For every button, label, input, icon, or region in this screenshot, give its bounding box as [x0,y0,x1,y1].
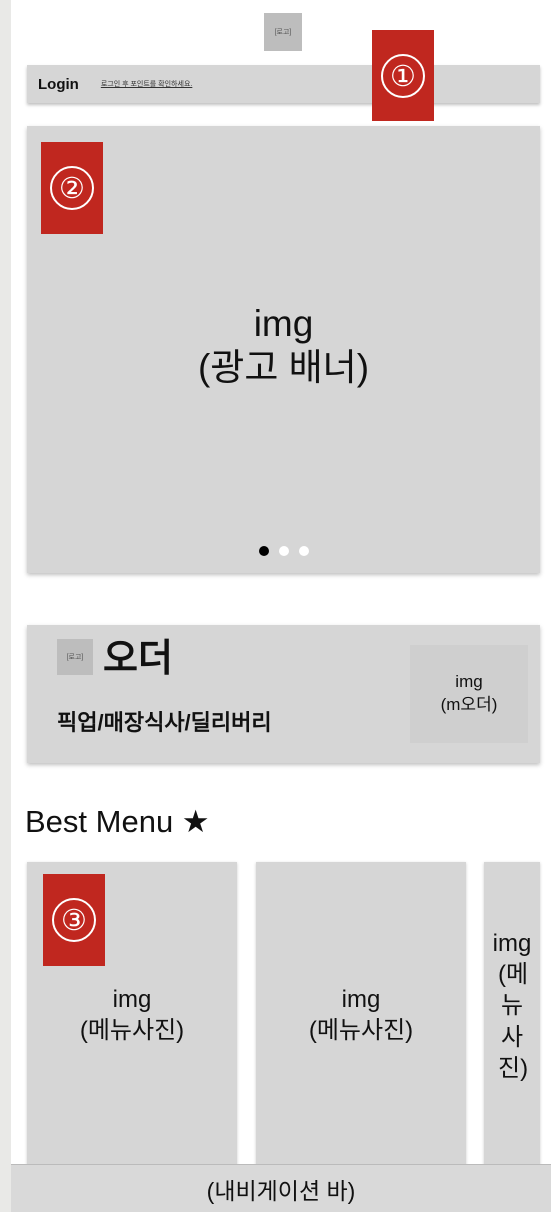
menu-card-line-1: img [341,985,381,1013]
menu-card[interactable]: img (메뉴사진) [256,862,466,1168]
pagination-dot-3[interactable] [298,546,309,556]
navigation-bar-label: (내비게이션 바) [206,1177,356,1204]
login-hint-text[interactable]: 로그인 후 포인트를 확인하세요. [101,79,193,89]
annotation-marker-3: ③ [43,874,105,966]
menu-card-line-2: (메뉴사진) [498,961,529,1082]
order-image-line-2: (m오더) [440,695,498,714]
menu-card-line-1: img [112,985,152,1013]
marker-number-3: ③ [52,898,96,942]
order-title: 오더 [103,638,173,680]
menu-card-line-2: (메뉴사진) [79,1017,185,1044]
pagination-dot-2[interactable] [278,546,289,556]
order-logo: [로고] [57,639,93,675]
navigation-bar[interactable]: (내비게이션 바) [11,1164,551,1212]
order-image-line-1: img [455,672,483,692]
annotation-marker-1: ① [372,30,434,121]
menu-card-line-1: img [492,930,532,957]
order-card[interactable]: [로고] 오더 픽업/매장식사/딜리버리 img (m오더) [27,625,540,763]
menu-card[interactable]: img (메뉴사진) [484,862,540,1168]
annotation-marker-2: ② [41,142,103,234]
login-bar[interactable]: Login 로그인 후 포인트를 확인하세요. [27,65,540,103]
banner-line-2: (광고 배너) [197,347,370,389]
marker-number-2: ② [50,166,94,210]
banner-pagination [27,546,540,556]
ad-banner[interactable]: img (광고 배너) [27,126,540,573]
order-subtitle: 픽업/매장식사/딜리버리 [57,710,272,735]
menu-card-line-2: (메뉴사진) [308,1017,414,1044]
best-menu-title: Best Menu ★ [25,804,210,839]
banner-line-1: img [253,303,314,344]
top-logo[interactable]: [로고] [264,13,302,51]
login-link[interactable]: Login [38,76,79,93]
order-image: img (m오더) [410,645,528,743]
marker-number-1: ① [381,53,425,98]
pagination-dot-1[interactable] [258,546,269,556]
banner-placeholder-text: img (광고 배너) [27,302,540,391]
